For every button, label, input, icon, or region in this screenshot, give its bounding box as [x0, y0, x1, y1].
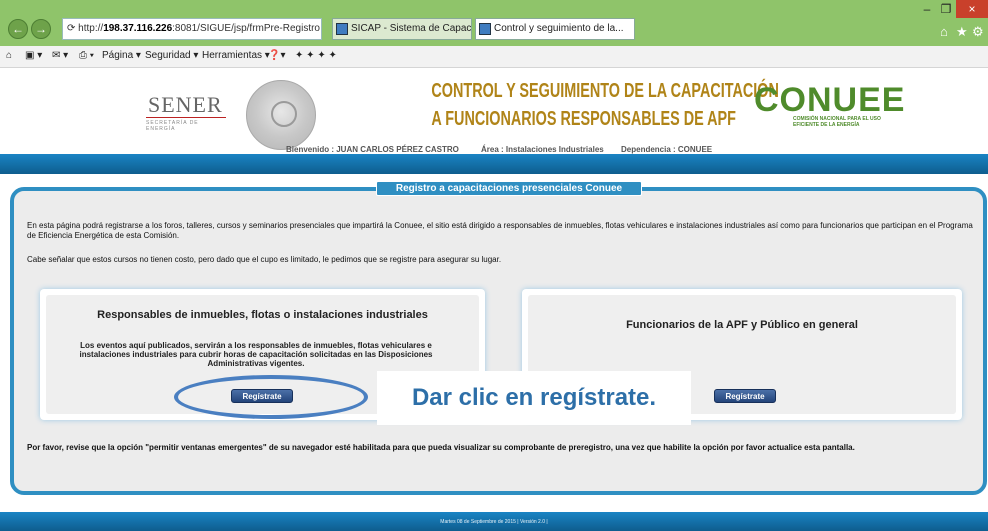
footer-text: Martes 08 de Septiembre de 2015 | Versió… — [440, 519, 548, 525]
conuee-subtitle: COMISIÓN NACIONAL PARA EL USO EFICIENTE … — [793, 116, 881, 128]
user-dependency: Dependencia : CONUEE — [621, 145, 713, 154]
refresh-icon[interactable]: ⟳ — [67, 23, 75, 34]
address-prefix: http:// — [78, 23, 104, 34]
settings-icon[interactable]: ⚙ — [972, 24, 984, 40]
card-left-title: Responsables de inmuebles, flotas o inst… — [97, 309, 428, 321]
address-host: 198.37.116.226 — [103, 23, 173, 34]
browser-titlebar: ← → ⟳ http://198.37.116.226:8081/SIGUE/j… — [0, 0, 988, 46]
panel-title: Registro a capacitaciones presenciales C… — [376, 181, 642, 196]
user-area: Área : Instalaciones Industriales — [481, 145, 604, 154]
sener-logo: SENER — [148, 92, 223, 117]
header-bar — [0, 154, 988, 174]
address-path: :8081/SIGUE/jsp/frmPre-Registro — [172, 23, 320, 34]
close-button[interactable]: × — [956, 0, 988, 18]
popup-notice: Por favor, revise que la opción "permiti… — [27, 443, 855, 452]
page-icon — [336, 23, 348, 35]
back-button[interactable]: ← — [8, 19, 28, 39]
close-icon: × — [968, 2, 976, 16]
welcome-user: Bienvenido : JUAN CARLOS PÉREZ CASTRO — [286, 145, 459, 154]
address-bar[interactable]: ⟳ http://198.37.116.226:8081/SIGUE/jsp/f… — [62, 18, 322, 40]
home-icon[interactable]: ⌂ — [940, 24, 948, 39]
page-title-line2: A FUNCIONARIOS RESPONSABLES DE APF — [431, 108, 736, 130]
forward-icon: → — [35, 22, 47, 36]
instruction-callout: Dar clic en regístrate. — [377, 371, 691, 425]
cost-note: Cabe señalar que estos cursos no tienen … — [27, 255, 502, 264]
page-icon — [479, 23, 491, 35]
tab-control[interactable]: Control y seguimiento de la... — [475, 18, 635, 40]
command-bar: ⌂ ▣ ▾ ✉ ▾ ⎙ ▾ Página ▾ Seguridad ▾ Herra… — [0, 46, 988, 68]
tools-menu[interactable]: Herramientas ▾ — [202, 50, 270, 61]
tab-label: Control y seguimiento de la... — [494, 23, 624, 34]
restore-button[interactable]: ❐ — [937, 0, 955, 18]
page-menu[interactable]: Página ▾ — [102, 50, 141, 61]
register-button-funcionarios[interactable]: Regístrate — [714, 389, 776, 403]
card-right-title: Funcionarios de la APF y Público en gene… — [626, 319, 858, 331]
security-menu[interactable]: Seguridad ▾ — [145, 50, 198, 61]
home-icon[interactable]: ⌂ — [6, 50, 12, 61]
back-icon: ← — [12, 22, 24, 36]
restore-icon: ❐ — [940, 2, 952, 16]
addon-icons[interactable]: ✦ ✦ ✦ ✦ — [295, 50, 337, 61]
minimize-button[interactable]: – — [918, 0, 936, 18]
help-icon[interactable]: ❓▾ — [268, 50, 285, 61]
tab-sicap[interactable]: SICAP - Sistema de Capacitación — [332, 18, 472, 40]
page-title-line1: CONTROL Y SEGUIMIENTO DE LA CAPACITACIÓN — [431, 80, 779, 102]
tab-label: SICAP - Sistema de Capacitación — [351, 23, 472, 34]
favorites-icon[interactable]: ★ — [956, 24, 968, 40]
minimize-icon: – — [923, 2, 931, 16]
national-seal-icon — [246, 80, 316, 150]
highlight-oval — [174, 375, 368, 419]
mail-icon[interactable]: ✉ ▾ — [52, 50, 68, 61]
conuee-logo: CONUEE — [754, 81, 906, 119]
sener-subtitle: SECRETARÍA DE ENERGÍA — [146, 117, 226, 132]
forward-button[interactable]: → — [31, 19, 51, 39]
print-icon[interactable]: ⎙ ▾ — [79, 50, 94, 61]
card-left-body: Los eventos aquí publicados, servirán a … — [79, 341, 433, 368]
intro-text: En esta página podrá registrarse a los f… — [27, 221, 973, 240]
feeds-icon[interactable]: ▣ ▾ — [25, 50, 42, 61]
